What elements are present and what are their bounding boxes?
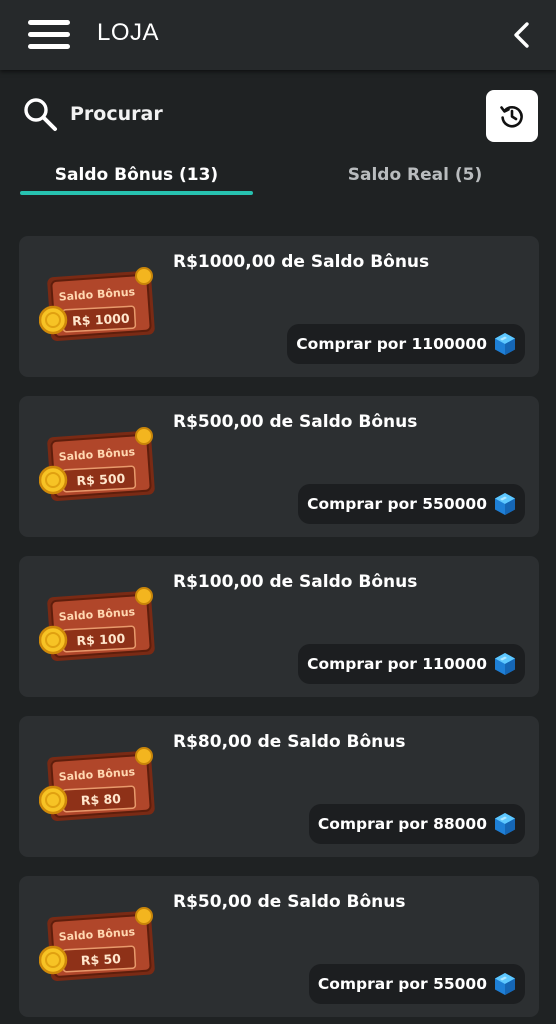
store-item-card[interactable]: Saldo Bônus R$ 100 R$100,00 de Saldo Bôn… [19, 556, 539, 697]
store-item-list: Saldo Bônus R$ 1000 R$1000,00 de Saldo B… [19, 236, 539, 1024]
buy-button[interactable]: Comprar por 88000 [308, 804, 525, 844]
buy-button-label: Comprar por 550000 [307, 495, 487, 513]
svg-text:R$ 1000: R$ 1000 [72, 310, 130, 328]
store-item-title: R$80,00 de Saldo Bônus [173, 732, 406, 752]
store-item-card[interactable]: Saldo Bônus R$ 50 R$50,00 de Saldo Bônus… [19, 876, 539, 1017]
bonus-balance-badge-image: Saldo Bônus R$ 80 [39, 747, 155, 822]
search-icon [24, 98, 57, 131]
buy-button[interactable]: Comprar por 1100000 [287, 324, 525, 364]
store-item-card[interactable]: Saldo Bônus R$ 500 R$500,00 de Saldo Bôn… [19, 396, 539, 537]
chevron-left-icon[interactable] [508, 20, 534, 50]
blue-gem-icon [495, 973, 515, 995]
history-button[interactable] [486, 90, 538, 142]
hamburger-menu-icon[interactable] [28, 18, 72, 52]
bonus-balance-badge-image: Saldo Bônus R$ 500 [39, 427, 155, 502]
blue-gem-icon [495, 653, 515, 675]
buy-button[interactable]: Comprar por 110000 [298, 644, 525, 684]
bonus-balance-badge-image: Saldo Bônus R$ 100 [39, 587, 155, 662]
top-app-bar: LOJA [0, 0, 556, 70]
svg-text:R$ 80: R$ 80 [80, 791, 121, 808]
search-bar[interactable]: Procurar [22, 96, 163, 132]
svg-text:R$ 50: R$ 50 [80, 951, 121, 968]
search-label: Procurar [70, 103, 163, 125]
history-icon [500, 106, 523, 128]
buy-button-label: Comprar por 110000 [307, 655, 487, 673]
buy-button[interactable]: Comprar por 550000 [298, 484, 525, 524]
store-item-title: R$1000,00 de Saldo Bônus [173, 252, 430, 272]
store-item-card[interactable]: Saldo Bônus R$ 80 R$80,00 de Saldo Bônus… [19, 716, 539, 857]
buy-button-label: Comprar por 88000 [317, 815, 487, 833]
tab-saldo-bonus[interactable]: Saldo Bônus (13) [20, 155, 253, 195]
buy-button[interactable]: Comprar por 55000 [308, 964, 525, 1004]
svg-text:R$ 100: R$ 100 [76, 631, 126, 649]
buy-button-label: Comprar por 1100000 [296, 335, 487, 353]
page-title: LOJA [97, 19, 160, 46]
bonus-balance-badge-image: Saldo Bônus R$ 1000 [39, 267, 155, 342]
store-item-title: R$50,00 de Saldo Bônus [173, 892, 406, 912]
store-item-title: R$500,00 de Saldo Bônus [173, 412, 418, 432]
bonus-balance-badge-image: Saldo Bônus R$ 50 [39, 907, 155, 982]
svg-text:R$ 500: R$ 500 [76, 471, 126, 489]
tab-bar: Saldo Bônus (13) Saldo Real (5) [0, 155, 556, 197]
blue-gem-icon [495, 493, 515, 515]
active-tab-indicator [20, 191, 253, 195]
buy-button-label: Comprar por 55000 [317, 975, 487, 993]
blue-gem-icon [495, 333, 515, 355]
tab-saldo-real[interactable]: Saldo Real (5) [300, 155, 530, 195]
blue-gem-icon [495, 813, 515, 835]
store-item-title: R$100,00 de Saldo Bônus [173, 572, 418, 592]
store-item-card[interactable]: Saldo Bônus R$ 1000 R$1000,00 de Saldo B… [19, 236, 539, 377]
